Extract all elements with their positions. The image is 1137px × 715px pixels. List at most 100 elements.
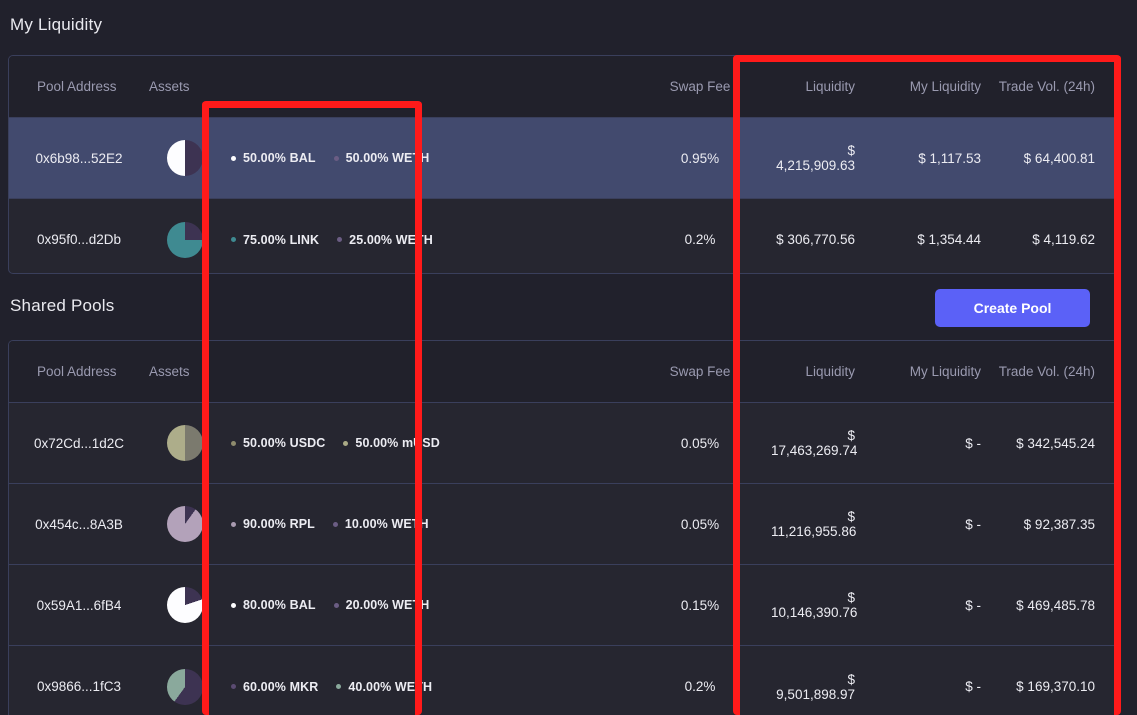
column-header-pool-address[interactable]: Pool Address	[9, 79, 149, 94]
asset-color-dot-icon	[334, 603, 339, 608]
table-row[interactable]: 0x95f0...d2Db75.00% LINK25.00% WETH0.2%$…	[9, 199, 1117, 274]
pool-address-cell: 0x9866...1fC3	[9, 679, 149, 694]
trade-volume-cell: $ 4,119.62	[989, 232, 1118, 247]
column-header-swap-fee[interactable]: Swap Fee	[629, 79, 771, 94]
asset-weight-label: 10.00% WETH	[345, 517, 429, 531]
swap-fee-cell: 0.95%	[629, 151, 771, 166]
asset-color-dot-icon	[333, 522, 338, 527]
assets-cell: 80.00% BAL 20.00% WETH	[221, 598, 443, 612]
asset-weight-item: 20.00% WETH	[334, 598, 430, 612]
pie-icon	[167, 669, 203, 705]
pool-weights-pie-chart	[149, 140, 221, 176]
create-pool-bar: Create Pool	[8, 282, 1118, 334]
my-liquidity-cell: $ 1,354.44	[861, 232, 989, 247]
my-liquidity-page: My Liquidity Pool Address Assets Swap Fe…	[0, 0, 1137, 715]
table-header-shared-pools: Pool Address Assets Swap Fee Liquidity M…	[9, 341, 1117, 403]
create-pool-button[interactable]: Create Pool	[935, 289, 1090, 327]
my-liquidity-table-card: Pool Address Assets Swap Fee Liquidity M…	[8, 55, 1118, 274]
trade-volume-cell: $ 92,387.35	[989, 517, 1118, 532]
asset-weight-label: 50.00% USDC	[243, 436, 325, 450]
asset-weight-label: 50.00% mUSD	[355, 436, 439, 450]
table-row[interactable]: 0x72Cd...1d2C 50.00% USDC 50.00% mUSD 0.05%…	[9, 403, 1117, 484]
table-body-shared-pools: 0x72Cd...1d2C 50.00% USDC 50.00% mUSD 0.05%…	[9, 403, 1117, 715]
pool-address-cell: 0x95f0...d2Db	[9, 232, 149, 247]
assets-cell: 50.00% USDC 50.00% mUSD	[221, 436, 443, 450]
swap-fee-cell: 0.2%	[629, 232, 771, 247]
liquidity-cell: $ 9,501,898.97	[771, 672, 861, 702]
table-row[interactable]: 0x454c...8A3B90.00% RPL10.00% WETH0.05%$…	[9, 484, 1117, 565]
column-header-trade-volume[interactable]: Trade Vol. (24h)	[989, 364, 1118, 379]
trade-volume-cell: $ 469,485.78	[989, 598, 1118, 613]
trade-volume-cell: $ 64,400.81	[989, 151, 1118, 166]
asset-color-dot-icon	[231, 441, 236, 446]
asset-weight-item: 50.00% WETH	[334, 151, 430, 165]
pool-address-cell: 0x6b98...52E2	[9, 151, 149, 166]
asset-color-dot-icon	[334, 156, 339, 161]
asset-weight-label: 20.00% WETH	[346, 598, 430, 612]
asset-weight-label: 50.00% BAL	[243, 151, 316, 165]
pie-icon	[167, 222, 203, 258]
asset-weight-label: 75.00% LINK	[243, 233, 319, 247]
column-header-liquidity[interactable]: Liquidity	[771, 364, 861, 379]
asset-color-dot-icon	[231, 237, 236, 242]
swap-fee-cell: 0.05%	[629, 436, 771, 451]
page-title-my-liquidity: My Liquidity	[0, 15, 102, 35]
asset-weight-item: 80.00% BAL	[231, 598, 316, 612]
liquidity-cell: $ 10,146,390.76	[771, 590, 861, 620]
table-row[interactable]: 0x59A1...6fB480.00% BAL20.00% WETH0.15%$…	[9, 565, 1117, 646]
asset-weight-item: 75.00% LINK	[231, 233, 319, 247]
column-header-my-liquidity[interactable]: My Liquidity	[861, 79, 989, 94]
my-liquidity-cell: $ -	[861, 517, 989, 532]
asset-color-dot-icon	[343, 441, 348, 446]
column-header-assets[interactable]: Assets	[149, 364, 221, 379]
asset-weight-label: 60.00% MKR	[243, 680, 318, 694]
table-row[interactable]: 0x9866...1fC360.00% MKR40.00% WETH0.2%$ …	[9, 646, 1117, 715]
assets-cell: 60.00% MKR 40.00% WETH	[221, 680, 443, 694]
liquidity-cell: $ 11,216,955.86	[771, 509, 861, 539]
table-header-my-liquidity: Pool Address Assets Swap Fee Liquidity M…	[9, 56, 1117, 118]
column-header-my-liquidity[interactable]: My Liquidity	[861, 364, 989, 379]
asset-weight-label: 25.00% WETH	[349, 233, 433, 247]
swap-fee-cell: 0.05%	[629, 517, 771, 532]
asset-weight-item: 50.00% USDC	[231, 436, 325, 450]
pool-address-cell: 0x72Cd...1d2C	[9, 436, 149, 451]
trade-volume-cell: $ 342,545.24	[989, 436, 1118, 451]
trade-volume-cell: $ 169,370.10	[989, 679, 1118, 694]
swap-fee-cell: 0.15%	[629, 598, 771, 613]
asset-color-dot-icon	[231, 522, 236, 527]
pool-weights-pie-chart	[149, 425, 221, 461]
assets-cell: 75.00% LINK 25.00% WETH	[221, 233, 443, 247]
liquidity-cell: $ 4,215,909.63	[771, 143, 861, 173]
pie-icon	[167, 140, 203, 176]
liquidity-cell: $ 306,770.56	[771, 232, 861, 247]
pool-weights-pie-chart	[149, 222, 221, 258]
asset-color-dot-icon	[337, 237, 342, 242]
my-liquidity-cell: $ -	[861, 598, 989, 613]
asset-color-dot-icon	[231, 156, 236, 161]
pool-address-cell: 0x454c...8A3B	[9, 517, 149, 532]
asset-weight-item: 50.00% BAL	[231, 151, 316, 165]
asset-color-dot-icon	[231, 603, 236, 608]
pool-weights-pie-chart	[149, 587, 221, 623]
pie-icon	[167, 425, 203, 461]
pie-icon	[167, 506, 203, 542]
my-liquidity-cell: $ -	[861, 679, 989, 694]
asset-weight-item: 90.00% RPL	[231, 517, 315, 531]
column-header-trade-volume[interactable]: Trade Vol. (24h)	[989, 79, 1118, 94]
asset-weight-item: 40.00% WETH	[336, 680, 432, 694]
column-header-swap-fee[interactable]: Swap Fee	[629, 364, 771, 379]
shared-pools-table-card: Pool Address Assets Swap Fee Liquidity M…	[8, 340, 1118, 715]
asset-weight-item: 60.00% MKR	[231, 680, 318, 694]
asset-weight-item: 50.00% mUSD	[343, 436, 439, 450]
asset-color-dot-icon	[336, 684, 341, 689]
my-liquidity-cell: $ -	[861, 436, 989, 451]
asset-weight-label: 80.00% BAL	[243, 598, 316, 612]
pool-weights-pie-chart	[149, 506, 221, 542]
asset-weight-label: 40.00% WETH	[348, 680, 432, 694]
column-header-pool-address[interactable]: Pool Address	[9, 364, 149, 379]
asset-weight-label: 50.00% WETH	[346, 151, 430, 165]
liquidity-cell: $ 17,463,269.74	[771, 428, 861, 458]
column-header-liquidity[interactable]: Liquidity	[771, 79, 861, 94]
table-row[interactable]: 0x6b98...52E250.00% BAL50.00% WETH0.95%$…	[9, 118, 1117, 199]
column-header-assets[interactable]: Assets	[149, 79, 221, 94]
